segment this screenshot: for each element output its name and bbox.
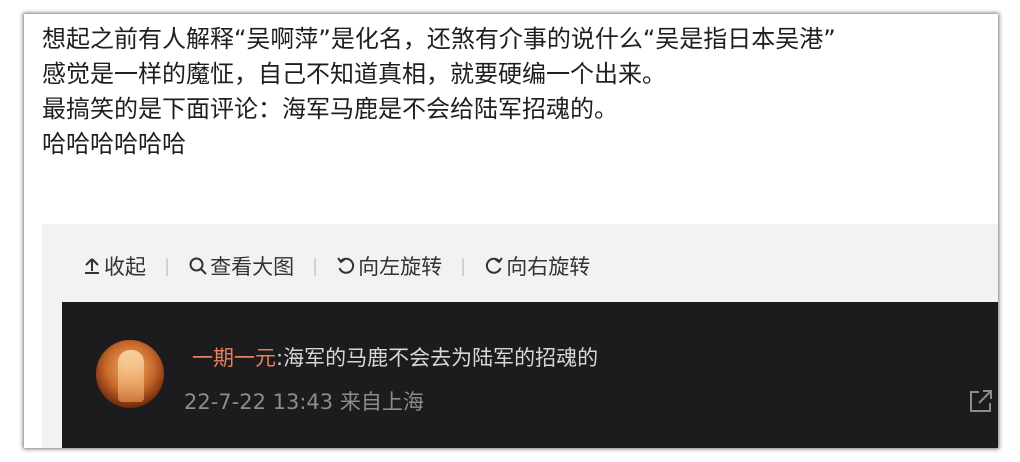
rotate-right-icon [486, 257, 504, 274]
post-line: 哈哈哈哈哈哈 [42, 130, 186, 158]
avatar [96, 340, 164, 408]
rotate-right-button[interactable]: 向右旋转 [484, 251, 590, 281]
collapse-icon [85, 258, 99, 274]
collapse-label: 收起 [104, 255, 146, 279]
post-line: 感觉是一样的魔怔，自己不知道真相，就要硬编一个出来。 [42, 60, 666, 88]
search-icon [189, 257, 207, 275]
collapse-button[interactable]: 收起 [82, 251, 146, 281]
comment-username: 一期一元 [192, 346, 276, 370]
toolbar-separator: | [312, 255, 319, 277]
image-toolbar: 收起 | 查看大图 | 向左旋转 | 向右旋转 [82, 252, 590, 280]
view-large-label: 查看大图 [210, 255, 295, 279]
image-viewer-panel: 收起 | 查看大图 | 向左旋转 | 向右旋转 一期一元:海军的马鹿不会去为陆军… [42, 224, 998, 448]
toolbar-separator: | [460, 255, 467, 277]
rotate-left-label: 向左旋转 [358, 255, 443, 279]
post-text: 想起之前有人解释“吴啊萍”是化名，还煞有介事的说什么“吴是指日本吴港” 感觉是一… [42, 22, 988, 162]
comment-text: :海军的马鹿不会去为陆军的招魂的 [276, 346, 599, 370]
comment-line: 一期一元:海军的马鹿不会去为陆军的招魂的 [192, 342, 598, 372]
weibo-post-card: 想起之前有人解释“吴啊萍”是化名，还煞有介事的说什么“吴是指日本吴港” 感觉是一… [24, 14, 998, 448]
rotate-left-icon [337, 257, 355, 274]
post-line: 最搞笑的是下面评论：海军马鹿是不会给陆军招魂的。 [42, 95, 618, 123]
toolbar-separator: | [164, 255, 171, 277]
post-line: 想起之前有人解释“吴啊萍”是化名，还煞有介事的说什么“吴是指日本吴港” [42, 25, 836, 53]
rotate-right-label: 向右旋转 [506, 255, 591, 279]
comment-meta: 22-7-22 13:43 来自上海 [184, 386, 424, 416]
rotate-left-button[interactable]: 向左旋转 [336, 251, 442, 281]
embedded-screenshot: 一期一元:海军的马鹿不会去为陆军的招魂的 22-7-22 13:43 来自上海 [62, 302, 998, 448]
share-icon [970, 390, 992, 412]
view-large-button[interactable]: 查看大图 [188, 251, 294, 281]
avatar-figure [118, 350, 144, 402]
comment-timestamp: 22-7-22 13:43 [184, 390, 334, 414]
comment-location: 来自上海 [339, 390, 424, 414]
